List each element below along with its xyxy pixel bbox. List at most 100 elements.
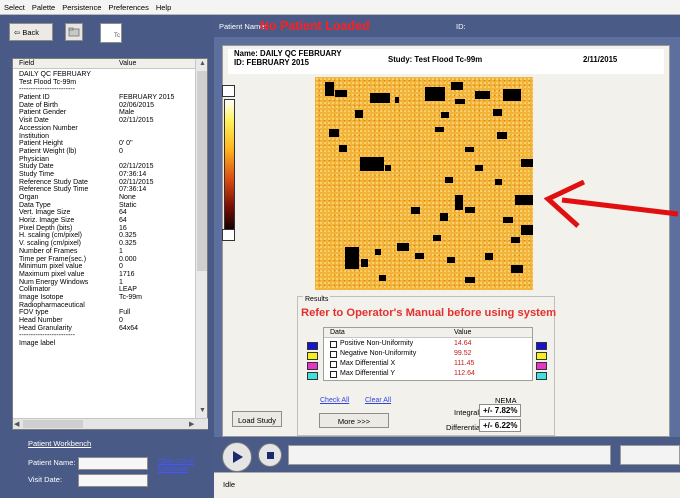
check-all-link[interactable]: Check All xyxy=(320,397,349,404)
result-row-negative[interactable]: Negative Non-Uniformity 99.52 xyxy=(326,350,532,360)
detail-row[interactable]: Physician xyxy=(19,156,197,164)
menu-select[interactable]: Select xyxy=(0,0,28,12)
workbench-title[interactable]: Patient Workbench xyxy=(28,439,91,448)
detail-field: Reference Study Time xyxy=(19,186,89,194)
checkbox[interactable] xyxy=(330,371,337,378)
menu-preferences[interactable]: Preferences xyxy=(104,0,151,12)
patient-workbench: Patient Workbench Patient Name: Visit Da… xyxy=(8,436,210,496)
detail-row[interactable]: Date of Birth 02/06/2015 xyxy=(19,102,197,110)
open-local-database-link[interactable]: Open Local Database xyxy=(158,458,194,474)
result-label: Positive Non-Uniformity xyxy=(340,340,414,347)
menu-palette[interactable]: Palette xyxy=(28,0,58,12)
detail-row[interactable]: Patient ID FEBRUARY 2015 xyxy=(19,94,197,102)
patient-id-label: ID: xyxy=(456,22,466,31)
study-details-grid[interactable]: Field Value DAILY QC FEBRUARY Test Flood … xyxy=(12,58,208,430)
detail-row[interactable]: Vert. Image Size 64 xyxy=(19,209,197,217)
cold-spot xyxy=(397,243,409,251)
colorbar-top-handle[interactable] xyxy=(222,85,235,97)
load-study-button[interactable]: Load Study xyxy=(232,411,282,427)
menu-persistence[interactable]: Persistence xyxy=(58,0,104,12)
detail-row[interactable]: Time per Frame(sec.) 0.000 xyxy=(19,256,197,264)
cold-spot xyxy=(495,179,502,185)
back-button[interactable]: ⇦ Back xyxy=(9,23,53,41)
menu-help[interactable]: Help xyxy=(152,0,174,12)
detail-row[interactable]: Image Isotope Tc-99m xyxy=(19,294,197,302)
detail-row[interactable]: Test Flood Tc-99m xyxy=(19,79,197,87)
detail-field: V. scaling (cm/pixel) xyxy=(19,240,81,248)
detail-row[interactable]: Data Type Static xyxy=(19,202,197,210)
detail-row[interactable]: Image label xyxy=(19,340,197,348)
detail-row[interactable]: Maximum pixel value 1716 xyxy=(19,271,197,279)
more-button[interactable]: More >>> xyxy=(319,413,389,428)
detail-row[interactable]: Visit Date 02/11/2015 xyxy=(19,117,197,125)
detail-value: 1 xyxy=(119,247,123,255)
study-id: ID: FEBRUARY 2015 xyxy=(234,58,309,67)
detail-row[interactable]: Accession Number xyxy=(19,125,197,133)
detail-row[interactable]: Reference Study Date 02/11/2015 xyxy=(19,179,197,187)
detail-row[interactable]: Study Date 02/11/2015 xyxy=(19,163,197,171)
horizontal-scroll-thumb[interactable] xyxy=(23,420,83,428)
detail-row[interactable]: DAILY QC FEBRUARY xyxy=(19,71,197,79)
vertical-scroll-thumb[interactable] xyxy=(197,71,207,271)
detail-row[interactable]: Num Energy Windows 1 xyxy=(19,279,197,287)
detail-row[interactable]: Reference Study Time 07:36:14 xyxy=(19,186,197,194)
folder-button[interactable] xyxy=(65,23,83,41)
detail-row[interactable]: Organ None xyxy=(19,194,197,202)
detail-row[interactable]: Patient Weight (lb) 0 xyxy=(19,148,197,156)
differential-label: Differential xyxy=(446,423,482,432)
detail-field: Vert. Image Size xyxy=(19,209,71,217)
flood-image xyxy=(315,77,533,290)
checkbox[interactable] xyxy=(330,351,337,358)
scroll-right-icon[interactable]: ▶ xyxy=(189,420,194,428)
detail-row[interactable]: Horiz. Image Size 64 xyxy=(19,217,197,225)
detail-row[interactable]: Patient Gender Male xyxy=(19,109,197,117)
scroll-up-icon[interactable]: ▲ xyxy=(199,60,206,67)
detail-row[interactable]: H. scaling (cm/pixel) 0.325 xyxy=(19,232,197,240)
detail-row[interactable]: Radiopharmaceutical xyxy=(19,302,197,310)
colorbar-bottom-handle[interactable] xyxy=(222,229,235,241)
cold-spot xyxy=(411,207,420,214)
detail-value: 0 xyxy=(119,147,123,155)
detail-row[interactable]: Number of Frames 1 xyxy=(19,248,197,256)
detail-value: 02/11/2015 xyxy=(119,117,154,125)
detail-row[interactable]: FOV type Full xyxy=(19,309,197,317)
scroll-left-icon[interactable]: ◀ xyxy=(14,420,19,428)
document-tab[interactable]: Tc xyxy=(100,23,122,43)
detail-row[interactable]: ------------------------ xyxy=(19,332,197,340)
detail-row[interactable]: V. scaling (cm/pixel) 0.325 xyxy=(19,240,197,248)
patient-name-input[interactable] xyxy=(78,457,148,470)
detail-row[interactable]: Collimator LEAP xyxy=(19,286,197,294)
horizontal-scrollbar[interactable]: ◀ ▶ xyxy=(13,418,208,429)
detail-row[interactable]: Study Time 07:36:14 xyxy=(19,171,197,179)
stop-button[interactable] xyxy=(258,443,282,467)
result-value: 111.45 xyxy=(454,360,475,367)
result-row-positive[interactable]: Positive Non-Uniformity 14.64 xyxy=(326,340,532,350)
result-row-diff-x[interactable]: Max Differential X 111.45 xyxy=(326,360,532,370)
detail-value: 64 xyxy=(119,217,127,225)
checkbox[interactable] xyxy=(330,341,337,348)
result-row-diff-y[interactable]: Max Differential Y 112.64 xyxy=(326,370,532,380)
detail-row[interactable]: Minimum pixel value 0 xyxy=(19,263,197,271)
detail-row[interactable]: Head Granularity 64x64 xyxy=(19,325,197,333)
detail-field: Study Date xyxy=(19,163,54,171)
value-column-header: Value xyxy=(119,60,137,67)
detail-row[interactable]: Institution xyxy=(19,133,197,141)
integral-label: Integral xyxy=(454,408,480,417)
detail-field: ------------------------ xyxy=(19,332,75,340)
frame-field[interactable] xyxy=(620,445,680,465)
cold-spot xyxy=(385,165,391,171)
cold-spot xyxy=(329,129,339,137)
visit-date-input[interactable] xyxy=(78,474,148,487)
vertical-scrollbar[interactable]: ▲ ▼ xyxy=(195,59,207,419)
detail-row[interactable]: Patient Height 0' 0" xyxy=(19,140,197,148)
detail-value: 0 xyxy=(119,317,123,324)
detail-row[interactable]: Pixel Depth (bits) 16 xyxy=(19,225,197,233)
detail-row[interactable]: Head Number 0 xyxy=(19,317,197,325)
scroll-down-icon[interactable]: ▼ xyxy=(199,407,206,414)
clear-all-link[interactable]: Clear All xyxy=(365,397,391,404)
detail-row[interactable]: ------------------------ xyxy=(19,86,197,94)
checkbox[interactable] xyxy=(330,361,337,368)
detail-field: Minimum pixel value xyxy=(19,263,83,271)
play-button[interactable] xyxy=(222,442,252,472)
color-swatch xyxy=(307,342,318,350)
